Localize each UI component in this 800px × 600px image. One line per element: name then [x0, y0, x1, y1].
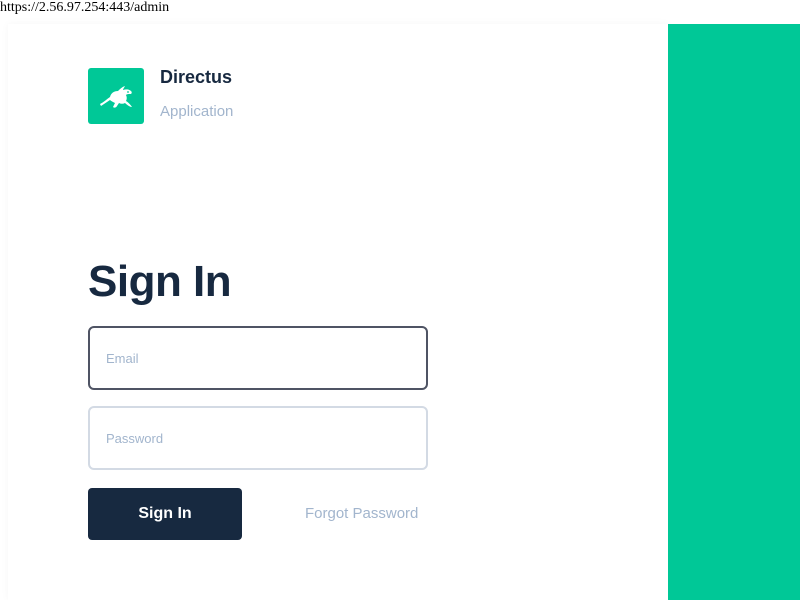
password-field[interactable] — [88, 406, 428, 470]
forgot-password-link[interactable]: Forgot Password — [305, 504, 418, 524]
login-panel: Directus Application Sign In Sign In For… — [8, 24, 668, 600]
brand-name: Directus — [160, 67, 233, 87]
sign-in-button[interactable]: Sign In — [88, 488, 242, 540]
hero-panel — [668, 24, 800, 600]
url-text: https://2.56.97.254:443/admin — [0, 0, 170, 15]
brand-header: Directus Application — [88, 68, 233, 124]
brand-subtitle: Application — [160, 103, 234, 120]
brand-logo — [88, 68, 144, 124]
page-title: Sign In — [88, 257, 232, 306]
rabbit-icon — [100, 86, 132, 108]
brand-text: Directus Application — [160, 68, 233, 121]
email-field[interactable] — [88, 326, 428, 390]
